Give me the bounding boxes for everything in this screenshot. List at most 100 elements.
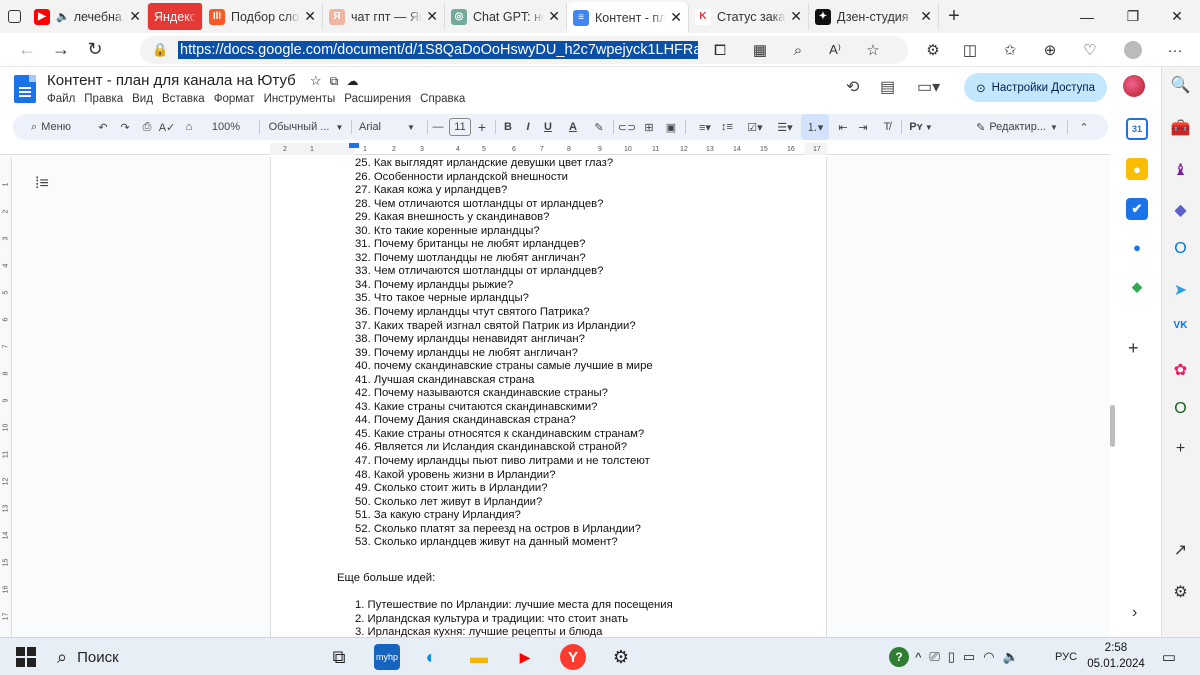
font-size-input[interactable]: 11 [449,118,471,136]
split-screen-icon[interactable]: ◫ [955,33,985,67]
line-spacing-icon[interactable]: ↕≡ [719,114,735,140]
menus-search[interactable]: ⌕ Меню [23,114,79,140]
browser-tab[interactable]: ≡ Контент - пла ✕ [567,2,689,33]
list-item[interactable]: 46. Является ли Исландия скандинавской с… [355,441,815,455]
taskbar-search[interactable]: ⌕ Поиск [57,643,307,671]
close-window-button[interactable]: ✕ [1154,0,1200,33]
style-select[interactable]: Обычный ... ▼ [267,114,345,140]
help-icon[interactable]: ? [888,643,910,671]
bulleted-list-icon[interactable]: ☰▾ [771,114,799,140]
underline-button[interactable]: U [541,114,555,140]
calendar-icon[interactable]: 31 [1126,118,1148,140]
menu-item[interactable]: Расширения [344,93,411,105]
align-icon[interactable]: ≡▾ [693,114,717,140]
url-text[interactable]: https://docs.google.com/document/d/1S8Qa… [178,41,698,59]
checklist-icon[interactable]: ☑▾ [741,114,769,140]
undo-icon[interactable]: ↶ [93,114,113,140]
browser-tab[interactable]: ▶ 🔈 лечебна ✕ [28,3,148,30]
more-menu-icon[interactable]: ··· [1160,33,1190,67]
bold-button[interactable]: B [501,114,515,140]
list-item[interactable]: 34. Почему ирландцы рыжие? [355,279,815,293]
list-item[interactable]: 47. Почему ирландцы пьют пиво литрами и … [355,455,815,469]
system-tray[interactable]: ^ ⎚ ▯ ▭ ◠ 🔈 [912,643,1022,671]
back-arrow-icon[interactable]: ← [10,33,44,67]
text-color-button[interactable]: A [565,114,581,140]
list-item[interactable]: 26. Особенности ирландской внешности [355,171,815,185]
outlook-icon[interactable]: O [1161,240,1200,258]
paint-format-icon[interactable]: ⌂ [179,114,199,140]
explorer-icon[interactable]: ▬ [462,643,496,671]
menu-item[interactable]: Файл [47,93,75,105]
settings-app-icon[interactable]: ⚙ [604,643,638,671]
list-item[interactable]: 33. Чем отличаются шотландцы от ирландце… [355,265,815,279]
list-item[interactable]: 29. Какая внешность у скандинавов? [355,211,815,225]
maps-icon[interactable]: ◆ [1126,276,1148,298]
search-icon[interactable]: 🔍 [1161,75,1200,95]
star-icon[interactable]: ☆ [310,73,322,88]
indent-marker[interactable] [349,143,359,148]
comments-icon[interactable]: ▤ [880,77,895,97]
list-item[interactable]: 49. Сколько стоит жить в Ирландии? [355,482,815,496]
document-scrollbar[interactable] [1110,405,1115,447]
list-item[interactable]: 36. Почему ирландцы чтут святого Патрика… [355,306,815,320]
list-item[interactable]: 30. Кто такие коренные ирландцы? [355,225,815,239]
workspaces-button[interactable] [0,0,28,33]
add-addon-button[interactable]: + [1128,338,1139,359]
clock[interactable]: 2:58 05.01.2024 [1086,640,1146,672]
menu-item[interactable]: Справка [420,93,465,105]
print-icon[interactable]: ⎙ [137,114,157,140]
increase-font-button[interactable]: + [475,114,489,140]
menu-item[interactable]: Правка [84,93,123,105]
profile-icon[interactable] [1118,33,1148,67]
start-button[interactable] [12,643,40,671]
notifications-icon[interactable]: ▭ [1158,643,1180,671]
browser-tab[interactable]: ◎ Chat GPT: не ✕ [445,3,567,30]
list-item[interactable]: 27. Какая кожа у ирландцев? [355,184,815,198]
pv-extension-button[interactable]: Pʏ ▼ [907,114,935,140]
close-tab-icon[interactable]: ✕ [129,8,141,25]
editing-mode-select[interactable]: ✎ Редактир... ▼ [975,114,1059,140]
list-item[interactable]: 25. Как выглядят ирландские девушки цвет… [355,157,815,171]
list-item[interactable]: 1. Путешествие по Ирландии: лучшие места… [355,599,673,613]
menu-item[interactable]: Инструменты [264,93,336,105]
list-item[interactable]: 39. Почему ирландцы не любят англичан? [355,347,815,361]
yandex-browser-icon[interactable]: Y [560,644,586,670]
list-item[interactable]: 44. Почему Дания скандинавская страна? [355,414,815,428]
meet-icon[interactable]: ▭▾ [917,77,940,97]
list-item[interactable]: 48. Какой уровень жизни в Ирландии? [355,469,815,483]
collections-icon[interactable]: ⊕ [1035,33,1065,67]
list-item[interactable]: 38. Почему ирландцы ненавидят англичан? [355,333,815,347]
list-item[interactable]: 40. почему скандинавские страны самые лу… [355,360,815,374]
extensions-icon[interactable]: ⚙ [918,33,948,67]
decrease-indent-icon[interactable]: ⇤ [835,114,851,140]
highlight-icon[interactable]: ✎ [591,114,607,140]
document-title[interactable]: Контент - план для канала на Ютуб ☆ ⧉ ☁ [47,72,358,89]
menu-item[interactable]: Вид [132,93,153,105]
increase-indent-icon[interactable]: ⇥ [855,114,871,140]
list-item[interactable]: 50. Сколько лет живут в Ирландии? [355,496,815,510]
list-item[interactable]: 28. Чем отличаются шотландцы от ирландце… [355,198,815,212]
insert-image-icon[interactable]: ▣ [663,114,679,140]
add-comment-icon[interactable]: ⊞ [641,114,657,140]
list-item[interactable]: 45. Какие страны относятся к скандинавск… [355,428,815,442]
list-item[interactable]: 42. Почему называются скандинавские стра… [355,387,815,401]
o-icon[interactable]: O [1161,400,1200,418]
share-button[interactable]: ⊙ Настройки Доступа [964,73,1107,102]
browser-tab[interactable]: Яндекс [148,3,203,30]
hp-app-icon[interactable]: myhp [374,644,400,670]
site-info-icon[interactable]: 🔒 [152,42,168,58]
font-select[interactable]: Arial ▼ [359,114,425,140]
restore-button[interactable]: ❐ [1110,0,1156,33]
zoom-select[interactable]: 100% [203,114,249,140]
close-tab-icon[interactable]: ✕ [670,9,682,26]
contacts-icon[interactable]: ● [1126,236,1148,258]
collapse-menus-icon[interactable]: ⌃ [1075,114,1093,140]
link-icon[interactable]: ⊂⊃ [618,114,636,140]
list-item[interactable]: 51. За какую страну Ирландия? [355,509,815,523]
numbered-list-icon[interactable]: ⒈▾ [801,114,829,140]
spellcheck-icon[interactable]: A✓ [157,114,177,140]
reload-icon[interactable]: ↻ [78,33,112,67]
list-item[interactable]: 35. Что такое черные ирландцы? [355,292,815,306]
taskview-icon[interactable]: ⧉ [322,643,356,671]
external-icon[interactable]: ↗ [1161,540,1200,560]
